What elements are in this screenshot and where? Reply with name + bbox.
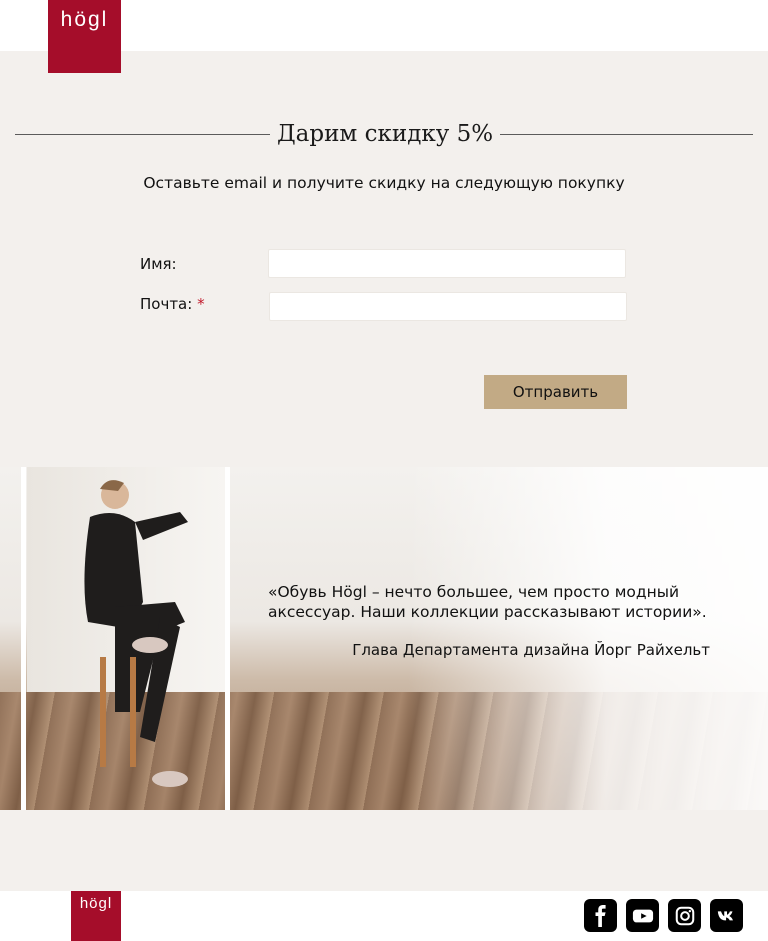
email-label: Почта: * [140, 295, 205, 313]
facebook-icon[interactable] [584, 899, 617, 932]
promo-title: Дарим скидку 5% [276, 121, 494, 147]
title-divider-right [500, 134, 753, 135]
footer-logo[interactable]: högl [71, 891, 121, 941]
vk-icon[interactable] [710, 899, 743, 932]
email-input[interactable] [269, 292, 627, 321]
panel-divider-right [225, 467, 230, 810]
vk-glyph [717, 910, 733, 920]
instagram-glyph [675, 906, 694, 925]
youtube-icon[interactable] [626, 899, 659, 932]
brand-logo[interactable]: högl [48, 0, 121, 73]
banner-author: Глава Департамента дизайна Йорг Райхельт [352, 641, 710, 659]
name-input[interactable] [268, 249, 626, 278]
required-mark: * [197, 295, 205, 313]
submit-button[interactable]: Отправить [484, 375, 627, 409]
facebook-glyph [595, 904, 606, 927]
name-label: Имя: [140, 255, 177, 273]
promo-title-row: Дарим скидку 5% [15, 117, 753, 151]
instagram-icon[interactable] [668, 899, 701, 932]
promo-subtitle: Оставьте email и получите скидку на след… [143, 174, 625, 192]
email-label-text: Почта: [140, 295, 193, 313]
banner-fade [408, 467, 768, 810]
model-photo [84, 480, 188, 787]
title-divider-left [15, 134, 270, 135]
quote-banner: «Обувь Högl – нечто большее, чем просто … [0, 467, 768, 810]
footer: högl [0, 891, 768, 941]
panel-divider-left [21, 467, 26, 810]
footer-logo-text: högl [79, 895, 113, 912]
brand-logo-text: högl [60, 8, 109, 31]
banner-quote: «Обувь Högl – нечто большее, чем просто … [268, 583, 707, 621]
youtube-glyph [632, 909, 653, 922]
